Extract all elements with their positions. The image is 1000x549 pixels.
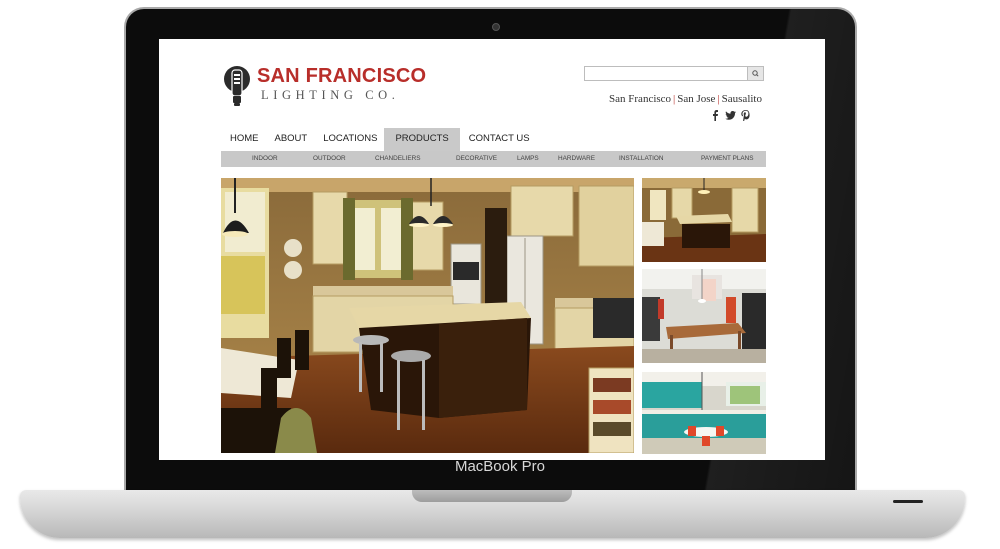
thumbnail-illustration (642, 178, 766, 262)
screen: SAN FRANCISCO LIGHTING CO. San Francisco… (159, 39, 825, 460)
nav-item-about[interactable]: ABOUT (266, 128, 315, 152)
thumbnail-kitchen-1[interactable] (642, 178, 766, 262)
nav-item-locations[interactable]: LOCATIONS (314, 128, 384, 152)
logo-subtitle: LIGHTING CO. (261, 88, 400, 102)
logo-name: SAN FRANCISCO (257, 65, 427, 87)
subnav-item-hardware[interactable]: HARDWARE (558, 151, 595, 167)
subnav-item-payment-plans[interactable]: PAYMENT PLANS (701, 151, 754, 167)
subnav-item-lamps[interactable]: LAMPS (517, 151, 539, 167)
nav-item-home[interactable]: HOME (221, 128, 266, 152)
lightbulb-logo-icon (224, 66, 250, 106)
location-link-san-jose[interactable]: San Jose (677, 93, 715, 105)
search-input[interactable] (584, 66, 762, 81)
search-button[interactable] (747, 66, 764, 81)
laptop-base (20, 490, 965, 538)
base-slot (893, 500, 923, 503)
sub-nav: INDOOR OUTDOOR CHANDELIERS DECORATIVE LA… (221, 151, 766, 167)
twitter-icon[interactable] (725, 111, 736, 120)
subnav-item-outdoor[interactable]: OUTDOOR (313, 151, 346, 167)
thumbnail-illustration (642, 269, 766, 363)
subnav-item-indoor[interactable]: INDOOR (252, 151, 278, 167)
location-link-san-francisco[interactable]: San Francisco (609, 93, 671, 105)
subnav-item-installation[interactable]: INSTALLATION (619, 151, 664, 167)
thumbnail-dining-room[interactable] (642, 269, 766, 363)
location-links: San Francisco | San Jose | Sausalito (609, 93, 762, 105)
subnav-item-chandeliers[interactable]: CHANDELIERS (375, 151, 420, 167)
nav-item-products[interactable]: PRODUCTS (384, 128, 460, 152)
kitchen-illustration (221, 178, 634, 453)
camera-icon (492, 23, 500, 31)
main-nav: HOME ABOUT LOCATIONS PRODUCTS CONTACT US (221, 128, 537, 152)
subnav-item-decorative[interactable]: DECORATIVE (456, 151, 497, 167)
pinterest-icon[interactable] (741, 110, 750, 121)
nav-item-contact-us[interactable]: CONTACT US (460, 128, 537, 152)
thumbnail-teal-kitchen[interactable] (642, 372, 766, 454)
device-label: MacBook Pro (454, 458, 546, 475)
base-notch (412, 490, 572, 502)
thumbnail-illustration (642, 372, 766, 454)
search-icon (752, 70, 759, 77)
location-link-sausalito[interactable]: Sausalito (722, 93, 762, 105)
facebook-icon[interactable] (711, 110, 719, 121)
main-kitchen-photo[interactable] (221, 178, 634, 453)
